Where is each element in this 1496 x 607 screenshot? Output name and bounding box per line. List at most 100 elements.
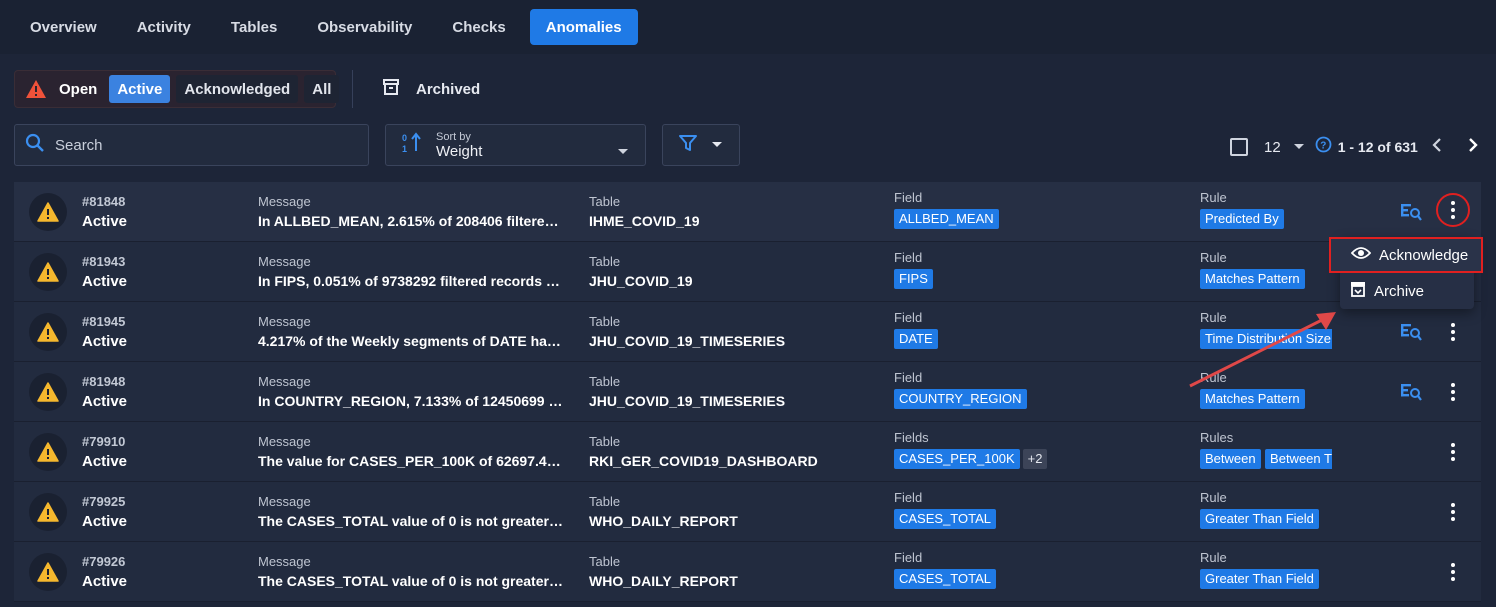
field-label: Field (894, 310, 923, 325)
annotation-arrow (1189, 312, 1336, 388)
anomaly-status: Active (82, 573, 128, 590)
filter-button[interactable] (662, 124, 740, 166)
more-actions-icon[interactable] (1441, 498, 1465, 526)
help-icon[interactable]: ? (1315, 136, 1332, 158)
archived-filter[interactable]: Archived (382, 70, 480, 108)
field-label: Field (894, 370, 923, 385)
field-label: Fields (894, 430, 929, 445)
field-tag[interactable]: FIPS (894, 269, 933, 289)
anomaly-message: The value for CASES_PER_100K of 62697.42… (258, 453, 563, 469)
tab-checks[interactable]: Checks (436, 9, 521, 45)
warning-triangle-icon (29, 373, 67, 411)
more-fields-badge[interactable]: +2 (1022, 449, 1048, 469)
anomaly-message: 4.217% of the Weekly segments of DATE ha… (258, 333, 563, 349)
anomaly-row[interactable]: #79926 Active Message The CASES_TOTAL va… (14, 542, 1481, 602)
anomaly-table: JHU_COVID_19_TIMESERIES (589, 333, 786, 349)
more-actions-icon[interactable] (1441, 378, 1465, 406)
sort-value: Weight (436, 142, 483, 160)
menu-item-acknowledge[interactable]: Acknowledge (1329, 237, 1483, 273)
anomalies-content: Open Active Acknowledged All Archived 01… (0, 54, 1496, 607)
more-actions-icon[interactable] (1441, 318, 1465, 346)
anomaly-row[interactable]: #81943 Active Message In FIPS, 0.051% of… (14, 242, 1481, 302)
page-range: 1 - 12 of 631 (1337, 139, 1418, 155)
anomaly-status: Active (82, 213, 128, 230)
warning-triangle-icon (29, 313, 67, 351)
status-filter-group: Open Active Acknowledged All (14, 70, 340, 108)
more-actions-icon[interactable] (1441, 558, 1465, 586)
next-page-icon[interactable] (1468, 137, 1478, 157)
rule-label: Rule (1200, 550, 1227, 565)
field-tag[interactable]: CASES_TOTAL (894, 509, 996, 529)
anomaly-status: Active (82, 393, 128, 410)
filter-chip-acknowledged[interactable]: Acknowledged (176, 75, 299, 103)
anomaly-table: WHO_DAILY_REPORT (589, 573, 738, 589)
rule-tag[interactable]: Greater Than Field (1200, 569, 1319, 589)
row-actions-menu: Acknowledge Archive (1329, 237, 1483, 309)
field-tag[interactable]: COUNTRY_REGION (894, 389, 1027, 409)
svg-text:?: ? (1320, 141, 1326, 152)
warning-triangle-icon (29, 553, 67, 591)
anomaly-table: IHME_COVID_19 (589, 213, 700, 229)
anomaly-message: In ALLBED_MEAN, 2.615% of 208406 filtere… (258, 213, 563, 229)
inspect-source-icon[interactable] (1400, 322, 1422, 347)
message-label: Message (258, 374, 311, 389)
status-open-label[interactable]: Open (59, 81, 97, 98)
anomaly-row[interactable]: #79925 Active Message The CASES_TOTAL va… (14, 482, 1481, 542)
inspect-source-icon[interactable] (1400, 202, 1422, 227)
table-label: Table (589, 554, 621, 569)
rule-tag[interactable]: Between Times (1265, 449, 1332, 469)
rule-label: Rule (1200, 190, 1227, 205)
funnel-icon (679, 134, 697, 157)
message-label: Message (258, 254, 311, 269)
rule-tag[interactable]: Predicted By (1200, 209, 1284, 229)
sort-label: Sort by (436, 130, 471, 143)
anomaly-message: The CASES_TOTAL value of 0 is not greate… (258, 573, 563, 589)
tab-tables[interactable]: Tables (215, 9, 293, 45)
tab-overview[interactable]: Overview (14, 9, 113, 45)
rule-tag[interactable]: Matches Pattern (1200, 269, 1305, 289)
menu-item-archive[interactable]: Archive (1340, 273, 1474, 309)
field-tag[interactable]: CASES_PER_100K (894, 449, 1020, 469)
chevron-down-icon (617, 143, 629, 161)
anomaly-id: #81848 (82, 194, 126, 209)
filter-chip-active[interactable]: Active (109, 75, 171, 103)
field-tag[interactable]: CASES_TOTAL (894, 569, 996, 589)
filter-chip-all[interactable]: All (304, 75, 340, 103)
more-actions-icon[interactable] (1436, 193, 1470, 227)
open-warning-icon (25, 79, 47, 99)
field-label: Field (894, 250, 923, 265)
field-tag[interactable]: ALLBED_MEAN (894, 209, 999, 229)
warning-triangle-icon (29, 193, 67, 231)
select-all-checkbox[interactable] (1230, 138, 1248, 156)
anomaly-row[interactable]: #81848 Active Message In ALLBED_MEAN, 2.… (14, 182, 1481, 242)
anomaly-message: In FIPS, 0.051% of 9738292 filtered reco… (258, 273, 563, 289)
anomaly-table: WHO_DAILY_REPORT (589, 513, 738, 529)
anomaly-table: JHU_COVID_19 (589, 273, 693, 289)
rule-label: Rule (1200, 490, 1227, 505)
rule-tag[interactable]: Greater Than Field (1200, 509, 1319, 529)
rule-tag[interactable]: Between (1200, 449, 1261, 469)
rule-label: Rule (1200, 250, 1227, 265)
chevron-down-icon[interactable] (1293, 138, 1305, 156)
sort-select[interactable]: 01 Sort by Weight (385, 124, 646, 166)
tab-observability[interactable]: Observability (301, 9, 428, 45)
field-label: Field (894, 490, 923, 505)
more-actions-icon[interactable] (1441, 438, 1465, 466)
prev-page-icon[interactable] (1432, 137, 1442, 157)
field-tag[interactable]: DATE (894, 329, 938, 349)
anomaly-row[interactable]: #79910 Active Message The value for CASE… (14, 422, 1481, 482)
sort-icon: 01 (402, 131, 422, 159)
anomaly-status: Active (82, 273, 128, 290)
divider (352, 70, 353, 108)
tab-anomalies[interactable]: Anomalies (529, 9, 638, 45)
table-label: Table (589, 314, 621, 329)
tab-activity[interactable]: Activity (121, 9, 207, 45)
search-box[interactable] (14, 124, 369, 166)
anomaly-status: Active (82, 333, 128, 350)
inspect-source-icon[interactable] (1400, 382, 1422, 407)
per-page-value[interactable]: 12 (1264, 139, 1281, 156)
top-tab-bar: Overview Activity Tables Observability C… (0, 0, 1496, 54)
pagination: 12 ? 1 - 12 of 631 (1230, 134, 1478, 160)
anomaly-id: #81943 (82, 254, 126, 269)
search-input[interactable] (55, 136, 345, 154)
